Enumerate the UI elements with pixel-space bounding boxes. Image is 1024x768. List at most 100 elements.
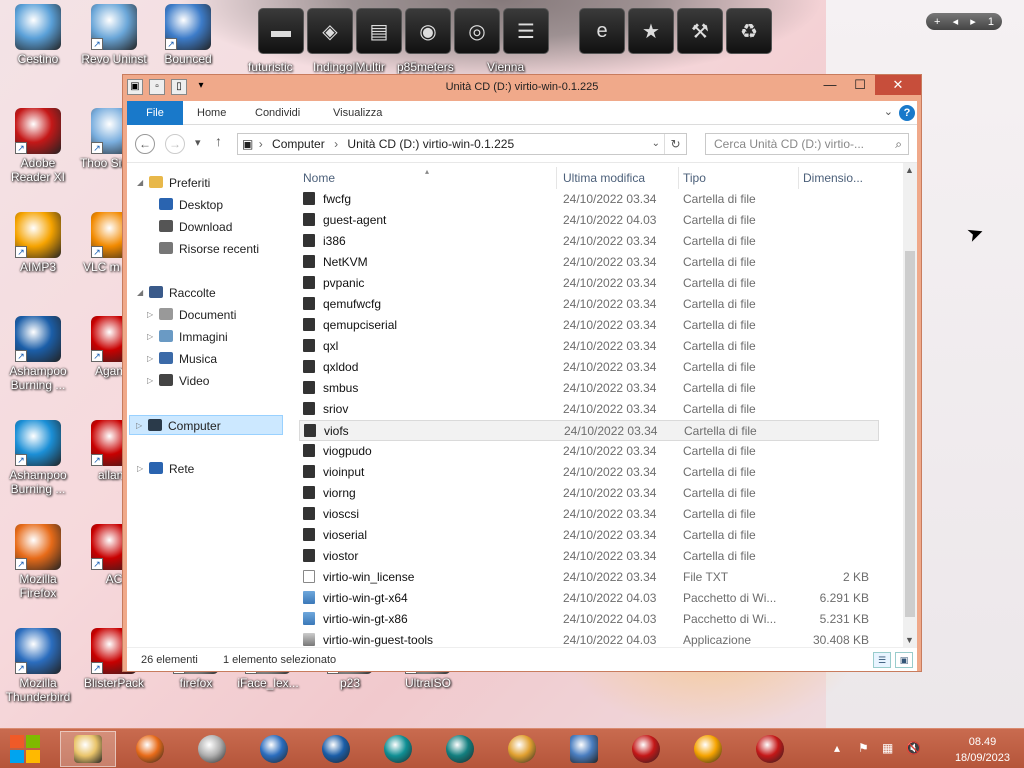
- nav-download[interactable]: Download: [159, 217, 232, 237]
- desktop-icon[interactable]: Cestino: [0, 4, 76, 66]
- taskbar-app-ashampoo-11[interactable]: [308, 731, 364, 767]
- search-input[interactable]: Cerca Unità CD (D:) virtio-... ⌕: [705, 133, 909, 155]
- breadcrumb-cd-drive[interactable]: Unità CD (D:) virtio-win-0.1.225: [347, 137, 514, 151]
- recent-locations-icon[interactable]: ▾: [195, 136, 201, 149]
- table-row[interactable]: sriov 24/10/2022 03.34 Cartella di file: [299, 399, 879, 420]
- desktop-icon[interactable]: ↗ Ashampoo Burning ...: [0, 316, 76, 392]
- table-row[interactable]: guest-agent 24/10/2022 04.03 Cartella di f…: [299, 210, 879, 231]
- table-row[interactable]: smbus 24/10/2022 03.34 Cartella di file: [299, 378, 879, 399]
- desktop-icon[interactable]: ↗ Ashampoo Burning ...: [0, 420, 76, 496]
- taskbar-app-windows-app[interactable]: [556, 731, 612, 767]
- dock-item-meters[interactable]: ◉: [405, 8, 451, 54]
- desktop-icon[interactable]: ↗ Adobe Reader XI: [0, 108, 76, 184]
- dock-item-tools[interactable]: ⚒: [677, 8, 723, 54]
- desktop-icon[interactable]: ↗ AIMP3: [0, 212, 76, 274]
- network-status-icon[interactable]: ▦: [882, 741, 893, 755]
- back-button[interactable]: ←: [135, 134, 155, 154]
- desktop-icon[interactable]: ↗ Mozilla Firefox: [0, 524, 76, 600]
- taskbar-app-ashampoo-burn[interactable]: [370, 731, 426, 767]
- taskbar-app-acrobat[interactable]: [742, 731, 798, 767]
- large-icons-view-icon[interactable]: ▣: [895, 652, 913, 668]
- taskbar-app-firefox[interactable]: [122, 731, 178, 767]
- collapse-icon[interactable]: ◢: [137, 283, 143, 303]
- clock[interactable]: 08.49 18/09/2023: [955, 734, 1010, 766]
- dock-item-camera[interactable]: ◎: [454, 8, 500, 54]
- nav-desktop[interactable]: Desktop: [159, 195, 223, 215]
- tab-condividi[interactable]: Condividi: [255, 101, 300, 125]
- taskbar-app-explorer[interactable]: [60, 731, 116, 767]
- table-row[interactable]: NetKVM 24/10/2022 03.34 Cartella di file: [299, 252, 879, 273]
- search-icon[interactable]: ⌕: [895, 134, 902, 154]
- expand-icon[interactable]: ▷: [147, 327, 153, 347]
- table-row[interactable]: viorng 24/10/2022 03.34 Cartella di file: [299, 483, 879, 504]
- refresh-icon[interactable]: ↻: [664, 134, 686, 154]
- tab-visualizza[interactable]: Visualizza: [333, 101, 382, 125]
- address-dropdown-icon[interactable]: ⌄: [652, 134, 660, 154]
- dock-label-indingo[interactable]: Indingo|Multir: [313, 60, 385, 74]
- window-titlebar[interactable]: ▣ ▫ ▯ ▾ Unità CD (D:) virtio-win-0.1.225…: [123, 75, 921, 101]
- table-row[interactable]: virtio-win_license 24/10/2022 03.34 File T…: [299, 567, 879, 588]
- column-header-size[interactable]: Dimensio...: [799, 167, 875, 189]
- tab-file[interactable]: File: [127, 101, 183, 125]
- desktop-icon[interactable]: ↗ Revo Uninst: [76, 4, 152, 66]
- nav-network[interactable]: ▷ Rete: [137, 459, 194, 479]
- nav-favorites[interactable]: ◢ Preferiti: [137, 173, 210, 193]
- taskbar-app-redhat[interactable]: [618, 731, 674, 767]
- table-row[interactable]: virtio-win-gt-x86 24/10/2022 04.03 Pacchet…: [299, 609, 879, 630]
- desktop-widget[interactable]: + ◂ ▸ 1: [926, 13, 1002, 30]
- help-icon[interactable]: ?: [899, 105, 915, 121]
- dock-item-vienna[interactable]: ☰: [503, 8, 549, 54]
- table-row[interactable]: virtio-win-gt-x64 24/10/2022 04.03 Pacchet…: [299, 588, 879, 609]
- dock-item-folder[interactable]: ▤: [356, 8, 402, 54]
- desktop-icon[interactable]: ↗ Bounced: [150, 4, 226, 66]
- table-row[interactable]: qemufwcfg 24/10/2022 03.34 Cartella di fil…: [299, 294, 879, 315]
- table-row[interactable]: viostor 24/10/2022 03.34 Cartella di file: [299, 546, 879, 567]
- table-row[interactable]: vioinput 24/10/2022 03.34 Cartella di file: [299, 462, 879, 483]
- close-button[interactable]: ✕: [875, 75, 921, 95]
- scroll-up-icon[interactable]: ▲: [905, 165, 914, 175]
- address-bar[interactable]: ▣ › Computer › Unità CD (D:) virtio-win-…: [237, 133, 687, 155]
- taskbar-app-thunderbird[interactable]: [246, 731, 302, 767]
- maximize-button[interactable]: ☐: [845, 75, 875, 95]
- expand-ribbon-icon[interactable]: ⌄: [884, 105, 893, 118]
- table-row[interactable]: vioserial 24/10/2022 03.34 Cartella di fil…: [299, 525, 879, 546]
- expand-icon[interactable]: ▷: [136, 416, 142, 436]
- details-view-icon[interactable]: ☰: [873, 652, 891, 668]
- minimize-button[interactable]: —: [815, 75, 845, 95]
- dock-label-vienna[interactable]: Vienna: [487, 60, 524, 74]
- table-row[interactable]: viogpudo 24/10/2022 03.34 Cartella di file: [299, 441, 879, 462]
- taskbar-app-network-app[interactable]: [494, 731, 550, 767]
- nav-libraries[interactable]: ◢ Raccolte: [137, 283, 216, 303]
- start-button[interactable]: [8, 733, 44, 765]
- expand-icon[interactable]: ▷: [147, 305, 153, 325]
- dock-label-p85meters[interactable]: p85meters: [397, 60, 454, 74]
- breadcrumb-computer[interactable]: Computer: [272, 137, 325, 151]
- table-row[interactable]: i386 24/10/2022 03.34 Cartella di file: [299, 231, 879, 252]
- table-row[interactable]: viofs 24/10/2022 03.34 Cartella di file: [299, 420, 879, 441]
- table-row[interactable]: qxl 24/10/2022 03.34 Cartella di file: [299, 336, 879, 357]
- desktop-icon[interactable]: ↗ Mozilla Thunderbird: [0, 628, 76, 704]
- table-row[interactable]: pvpanic 24/10/2022 03.34 Cartella di file: [299, 273, 879, 294]
- taskbar-app-aimp[interactable]: [680, 731, 736, 767]
- dock-item-indingo[interactable]: ◈: [307, 8, 353, 54]
- taskbar-app-ashampoo-cd[interactable]: [432, 731, 488, 767]
- column-header-type[interactable]: Tipo: [679, 167, 799, 189]
- dock-item-ie[interactable]: e: [579, 8, 625, 54]
- up-button[interactable]: ↑: [215, 133, 222, 149]
- vertical-scrollbar[interactable]: ▲ ▼: [903, 163, 917, 647]
- nav-recent[interactable]: Risorse recenti: [159, 239, 259, 259]
- table-row[interactable]: qemupciserial 24/10/2022 03.34 Cartella di…: [299, 315, 879, 336]
- table-row[interactable]: qxldod 24/10/2022 03.34 Cartella di file: [299, 357, 879, 378]
- show-hidden-icons[interactable]: ▴: [834, 741, 840, 755]
- nav-images[interactable]: ▷ Immagini: [147, 327, 228, 347]
- dock-item-futuristic[interactable]: ▬: [258, 8, 304, 54]
- scroll-down-icon[interactable]: ▼: [905, 635, 914, 645]
- nav-computer[interactable]: ▷ Computer: [129, 415, 283, 435]
- widget-next-icon[interactable]: ▸: [970, 15, 976, 28]
- volume-muted-icon[interactable]: 🔇: [906, 741, 921, 755]
- dock-item-shirt[interactable]: ★: [628, 8, 674, 54]
- scrollbar-thumb[interactable]: [905, 251, 915, 617]
- nav-video[interactable]: ▷ Video: [147, 371, 209, 391]
- widget-prev-icon[interactable]: ◂: [953, 15, 959, 28]
- table-row[interactable]: vioscsi 24/10/2022 03.34 Cartella di file: [299, 504, 879, 525]
